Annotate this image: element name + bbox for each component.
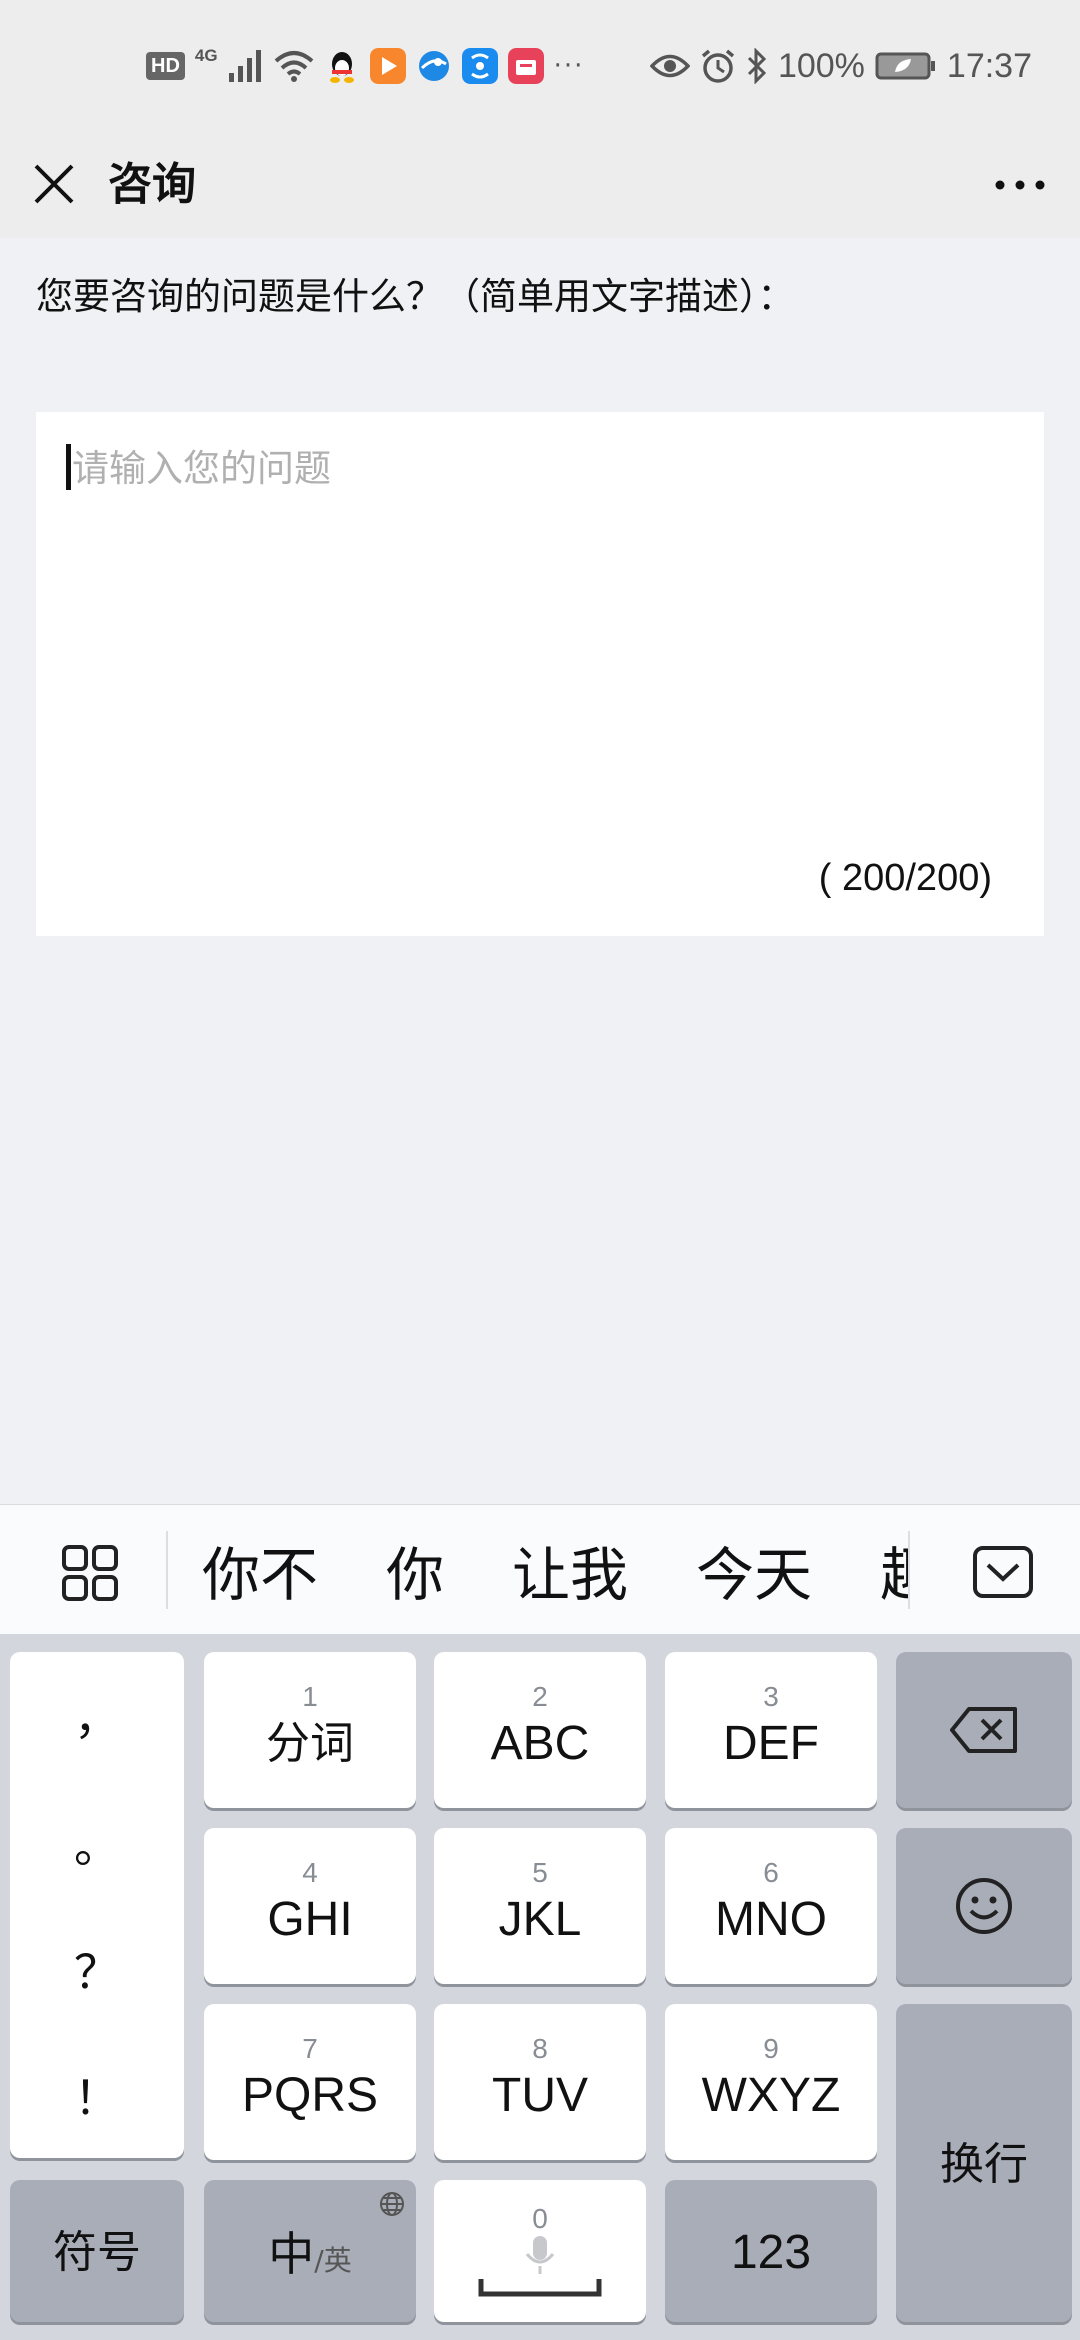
key-number: 4 (302, 1857, 318, 1888)
emoji-key[interactable] (896, 1828, 1072, 1984)
qq-app-icon (329, 52, 354, 83)
candidate-divider (166, 1531, 168, 1609)
status-bar: HD 4G ··· 100% 17:37 (0, 0, 1080, 132)
question-prompt: 您要咨询的问题是什么？（简单用文字描述）： (36, 275, 795, 318)
key-4[interactable]: 4 GHI (204, 1828, 416, 1984)
candidate-edge-divider (908, 1531, 910, 1609)
key-label: MNO (715, 1893, 827, 1946)
key-3[interactable]: 3 DEF (665, 1652, 877, 1808)
alarm-icon (701, 49, 735, 83)
key-label: JKL (498, 1893, 582, 1946)
key-7[interactable]: 7 PQRS (204, 2004, 416, 2160)
question-input[interactable] (68, 438, 1012, 838)
key-label: WXYZ (701, 2069, 841, 2122)
space-key[interactable]: 0 (434, 2180, 646, 2322)
more-notifications: ··· (553, 51, 585, 81)
key-label: TUV (492, 2069, 588, 2122)
more-options-button[interactable] (990, 158, 1050, 212)
network-type: 4G (194, 46, 218, 65)
enter-label: 换行 (940, 2139, 1028, 2190)
language-switch-key[interactable]: 中 /英 (204, 2180, 416, 2322)
title-bar: 咨询 (0, 132, 1080, 238)
key-label: DEF (723, 1717, 819, 1770)
status-right-icons: 100% 17:37 (649, 40, 1032, 92)
numbers-label: 123 (730, 2226, 812, 2279)
eye-icon (649, 54, 690, 78)
globe-icon (380, 2192, 404, 2216)
key-number: 8 (532, 2033, 548, 2064)
ime-candidate-bar: 你不 你 让我 今天 趣 (0, 1504, 1080, 1635)
video-app-icon (369, 48, 406, 84)
key-number: 1 (302, 1681, 318, 1712)
close-icon (34, 164, 74, 204)
key-number: 0 (532, 2203, 548, 2234)
status-left-icons: HD 4G ··· (146, 44, 584, 88)
key-1[interactable]: 1 分词 (204, 1652, 416, 1808)
punct-comma[interactable]: ， (10, 1682, 184, 1748)
candidate-item[interactable]: 你不 (202, 1528, 318, 1612)
lang-sub-label: /英 (314, 2244, 352, 2277)
clock: 17:37 (946, 46, 1032, 85)
punct-period[interactable]: 。 (10, 1810, 184, 1876)
key-label: GHI (267, 1893, 353, 1946)
hd-icon: HD (146, 52, 185, 80)
enter-key[interactable]: 换行 (896, 2004, 1072, 2322)
key-number: 7 (302, 2033, 318, 2064)
grid-icon[interactable] (60, 1543, 120, 1603)
signal-icon (228, 50, 261, 82)
candidate-item[interactable]: 让我 (512, 1528, 628, 1612)
emoji-icon (956, 1878, 1012, 1934)
key-number: 5 (532, 1857, 548, 1888)
candidate-item[interactable]: 趣 (880, 1528, 910, 1612)
bluetooth-icon (747, 48, 767, 84)
punct-question[interactable]: ？ (10, 1936, 184, 2002)
symbols-key[interactable]: 符号 (10, 2180, 184, 2322)
candidate-list: 你不 你 让我 今天 趣 (202, 1505, 910, 1635)
key-label: 分词 (266, 1718, 354, 1769)
punctuation-column[interactable]: ， 。 ？ ！ (10, 1652, 184, 2158)
key-number: 6 (763, 1857, 779, 1888)
space-bar-icon (478, 2279, 602, 2297)
key-2[interactable]: 2 ABC (434, 1652, 646, 1808)
more-dots-icon (995, 180, 1045, 190)
language-label: 中 /英 (268, 2218, 351, 2284)
key-8[interactable]: 8 TUV (434, 2004, 646, 2160)
punct-exclaim[interactable]: ！ (10, 2062, 184, 2128)
key-number: 2 (532, 1681, 548, 1712)
symbols-label: 符号 (53, 2227, 141, 2278)
battery-percent: 100% (777, 46, 865, 85)
numbers-key[interactable]: 123 (665, 2180, 877, 2322)
key-label: ABC (490, 1717, 590, 1770)
shop-app-icon (507, 48, 544, 84)
backspace-icon (950, 1707, 1017, 1753)
page-title: 咨询 (108, 159, 196, 210)
keyboard-collapse-icon[interactable] (972, 1545, 1034, 1599)
key-6[interactable]: 6 MNO (665, 1828, 877, 1984)
hotspot-app-icon (461, 48, 498, 84)
lang-main-label: 中 (268, 2227, 315, 2281)
keyboard: ， 。 ？ ！ 1 分词 2 ABC 3 DEF 4 GHI 5 JKL 6 M… (0, 1634, 1080, 2340)
candidate-item[interactable]: 今天 (696, 1528, 812, 1612)
backspace-key[interactable] (896, 1652, 1072, 1808)
char-counter: ( 200/200) (818, 857, 992, 899)
key-label: PQRS (241, 2069, 379, 2122)
key-5[interactable]: 5 JKL (434, 1828, 646, 1984)
microphone-icon (525, 2236, 555, 2274)
candidate-item[interactable]: 你 (386, 1528, 444, 1612)
close-button[interactable] (30, 152, 78, 216)
battery-icon (875, 52, 935, 80)
key-number: 3 (763, 1681, 779, 1712)
key-9[interactable]: 9 WXYZ (665, 2004, 877, 2160)
question-box: ( 200/200) (36, 412, 1044, 936)
key-number: 9 (763, 2033, 779, 2064)
wifi-icon (274, 51, 313, 82)
browser-app-icon (418, 51, 449, 81)
